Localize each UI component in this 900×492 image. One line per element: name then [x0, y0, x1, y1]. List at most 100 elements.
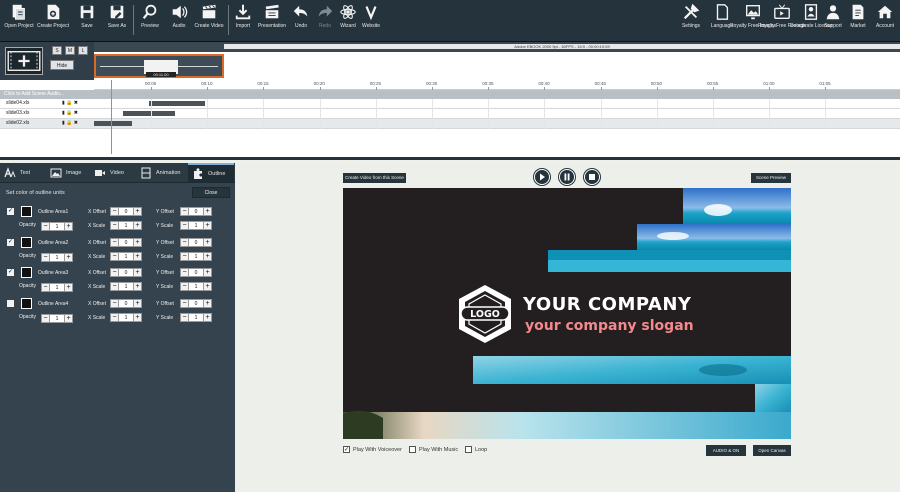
- size-l-button[interactable]: L: [78, 46, 88, 55]
- close-button[interactable]: Close: [192, 187, 230, 198]
- increment-button[interactable]: +: [64, 222, 73, 231]
- open-project-button[interactable]: Open Project: [2, 3, 36, 29]
- y-scale-stepper[interactable]: −1 +: [180, 282, 212, 291]
- increment-button[interactable]: +: [133, 312, 142, 322]
- stepper-value[interactable]: 1: [119, 221, 133, 230]
- stepper-value[interactable]: 1: [189, 221, 203, 230]
- y-scale-stepper[interactable]: −1 +: [180, 312, 212, 322]
- stepper-value[interactable]: 1: [189, 312, 203, 322]
- pause-button[interactable]: [558, 168, 576, 186]
- decrement-button[interactable]: −: [110, 237, 119, 247]
- area-color-swatch[interactable]: [21, 206, 32, 217]
- decrement-button[interactable]: −: [110, 298, 119, 308]
- stop-button[interactable]: [583, 168, 601, 186]
- decrement-button[interactable]: −: [110, 251, 119, 261]
- area-color-swatch[interactable]: [21, 236, 32, 248]
- audio-on-button[interactable]: AUDIO & ON: [706, 445, 746, 456]
- track-clip-bar[interactable]: [123, 111, 175, 116]
- settings-button[interactable]: Settings: [674, 3, 708, 29]
- opacity-stepper[interactable]: −1 +: [41, 252, 73, 262]
- loop-checkbox[interactable]: [465, 446, 472, 453]
- increment-button[interactable]: +: [64, 313, 73, 323]
- create-video-button[interactable]: Create Video: [192, 3, 226, 29]
- open-canvas-button[interactable]: Open Canvas: [753, 445, 791, 456]
- increment-button[interactable]: +: [133, 298, 142, 308]
- increment-button[interactable]: +: [203, 282, 212, 291]
- decrement-button[interactable]: −: [180, 312, 189, 322]
- stepper-value[interactable]: 0: [119, 268, 133, 277]
- decrement-button[interactable]: −: [110, 207, 119, 216]
- website-button[interactable]: Website: [354, 3, 388, 29]
- audio-button[interactable]: Audio: [162, 3, 196, 29]
- size-m-button[interactable]: M: [65, 46, 75, 55]
- stepper-value[interactable]: 0: [189, 237, 203, 247]
- area-enabled-checkbox[interactable]: ✓: [7, 269, 14, 276]
- decrement-button[interactable]: −: [180, 251, 189, 261]
- stepper-value[interactable]: 1: [189, 282, 203, 291]
- selected-scene-clip[interactable]: 00:11.00: [94, 54, 224, 78]
- decrement-button[interactable]: −: [41, 252, 50, 262]
- stepper-value[interactable]: 0: [119, 237, 133, 247]
- decrement-button[interactable]: −: [41, 313, 50, 323]
- increment-button[interactable]: +: [203, 298, 212, 308]
- x-scale-stepper[interactable]: −1 +: [110, 282, 142, 291]
- tab-image[interactable]: Image: [50, 163, 90, 183]
- stepper-value[interactable]: 0: [119, 298, 133, 308]
- x-scale-stepper[interactable]: −1 +: [110, 251, 142, 261]
- decrement-button[interactable]: −: [180, 221, 189, 230]
- increment-button[interactable]: +: [133, 251, 142, 261]
- stepper-value[interactable]: 1: [119, 251, 133, 261]
- opacity-stepper[interactable]: −1 +: [41, 313, 73, 323]
- play-with-voiceover-option[interactable]: ✓ Play With Voiceover: [343, 446, 402, 453]
- increment-button[interactable]: +: [133, 268, 142, 277]
- decrement-button[interactable]: −: [110, 312, 119, 322]
- time-ruler[interactable]: 00:05 00:10 00:15 00:20 00:25 00:30 00:35 00:40…: [94, 80, 900, 90]
- play-with-music-option[interactable]: Play With Music: [409, 446, 458, 453]
- x-scale-stepper[interactable]: −1 +: [110, 221, 142, 230]
- stepper-value[interactable]: 1: [50, 283, 64, 292]
- create-video-from-scene-button[interactable]: Create Video from this Scene: [343, 173, 406, 183]
- increment-button[interactable]: +: [203, 268, 212, 277]
- y-offset-stepper[interactable]: −0 +: [180, 298, 212, 308]
- increment-button[interactable]: +: [133, 282, 142, 291]
- track-row[interactable]: slide04.xls ▮ 🔒 ✖: [0, 99, 900, 109]
- stepper-value[interactable]: 0: [189, 207, 203, 216]
- stepper-value[interactable]: 1: [50, 313, 64, 323]
- x-scale-stepper[interactable]: −1 +: [110, 312, 142, 322]
- decrement-button[interactable]: −: [180, 268, 189, 277]
- tab-outline[interactable]: Outline: [188, 163, 234, 183]
- tab-text[interactable]: Text: [4, 163, 44, 183]
- size-s-button[interactable]: S: [52, 46, 62, 55]
- track-row[interactable]: slide03.xls ▮ 🔒 ✖: [0, 109, 900, 119]
- stepper-value[interactable]: 1: [119, 312, 133, 322]
- scene-audio-row[interactable]: Click to Add Scene Audio...: [0, 90, 900, 99]
- increment-button[interactable]: +: [203, 237, 212, 247]
- track-clip-bar[interactable]: [149, 101, 206, 106]
- create-project-button[interactable]: Create Project: [36, 3, 70, 29]
- increment-button[interactable]: +: [133, 207, 142, 216]
- hide-button[interactable]: Hide: [50, 60, 74, 70]
- y-offset-stepper[interactable]: −0 +: [180, 207, 212, 216]
- y-scale-stepper[interactable]: −1 +: [180, 251, 212, 261]
- increment-button[interactable]: +: [203, 207, 212, 216]
- voiceover-checkbox[interactable]: ✓: [343, 446, 350, 453]
- track-clip-bar[interactable]: [94, 121, 133, 126]
- stepper-value[interactable]: 0: [189, 298, 203, 308]
- decrement-button[interactable]: −: [180, 282, 189, 291]
- opacity-stepper[interactable]: −1 +: [41, 283, 73, 292]
- y-offset-stepper[interactable]: −0 +: [180, 237, 212, 247]
- music-checkbox[interactable]: [409, 446, 416, 453]
- area-enabled-checkbox[interactable]: [7, 299, 14, 307]
- stepper-value[interactable]: 1: [119, 282, 133, 291]
- area-enabled-checkbox[interactable]: ✓: [7, 238, 14, 246]
- track-controls[interactable]: ▮ 🔒 ✖: [62, 100, 78, 106]
- opacity-stepper[interactable]: −1 +: [41, 222, 73, 231]
- tab-animation[interactable]: Animation: [140, 163, 186, 183]
- increment-button[interactable]: +: [64, 252, 73, 262]
- decrement-button[interactable]: −: [180, 298, 189, 308]
- x-offset-stepper[interactable]: −0 +: [110, 207, 142, 216]
- x-offset-stepper[interactable]: −0 +: [110, 268, 142, 277]
- tab-video[interactable]: Video: [94, 163, 134, 183]
- increment-button[interactable]: +: [64, 283, 73, 292]
- save-button[interactable]: Save: [70, 3, 104, 29]
